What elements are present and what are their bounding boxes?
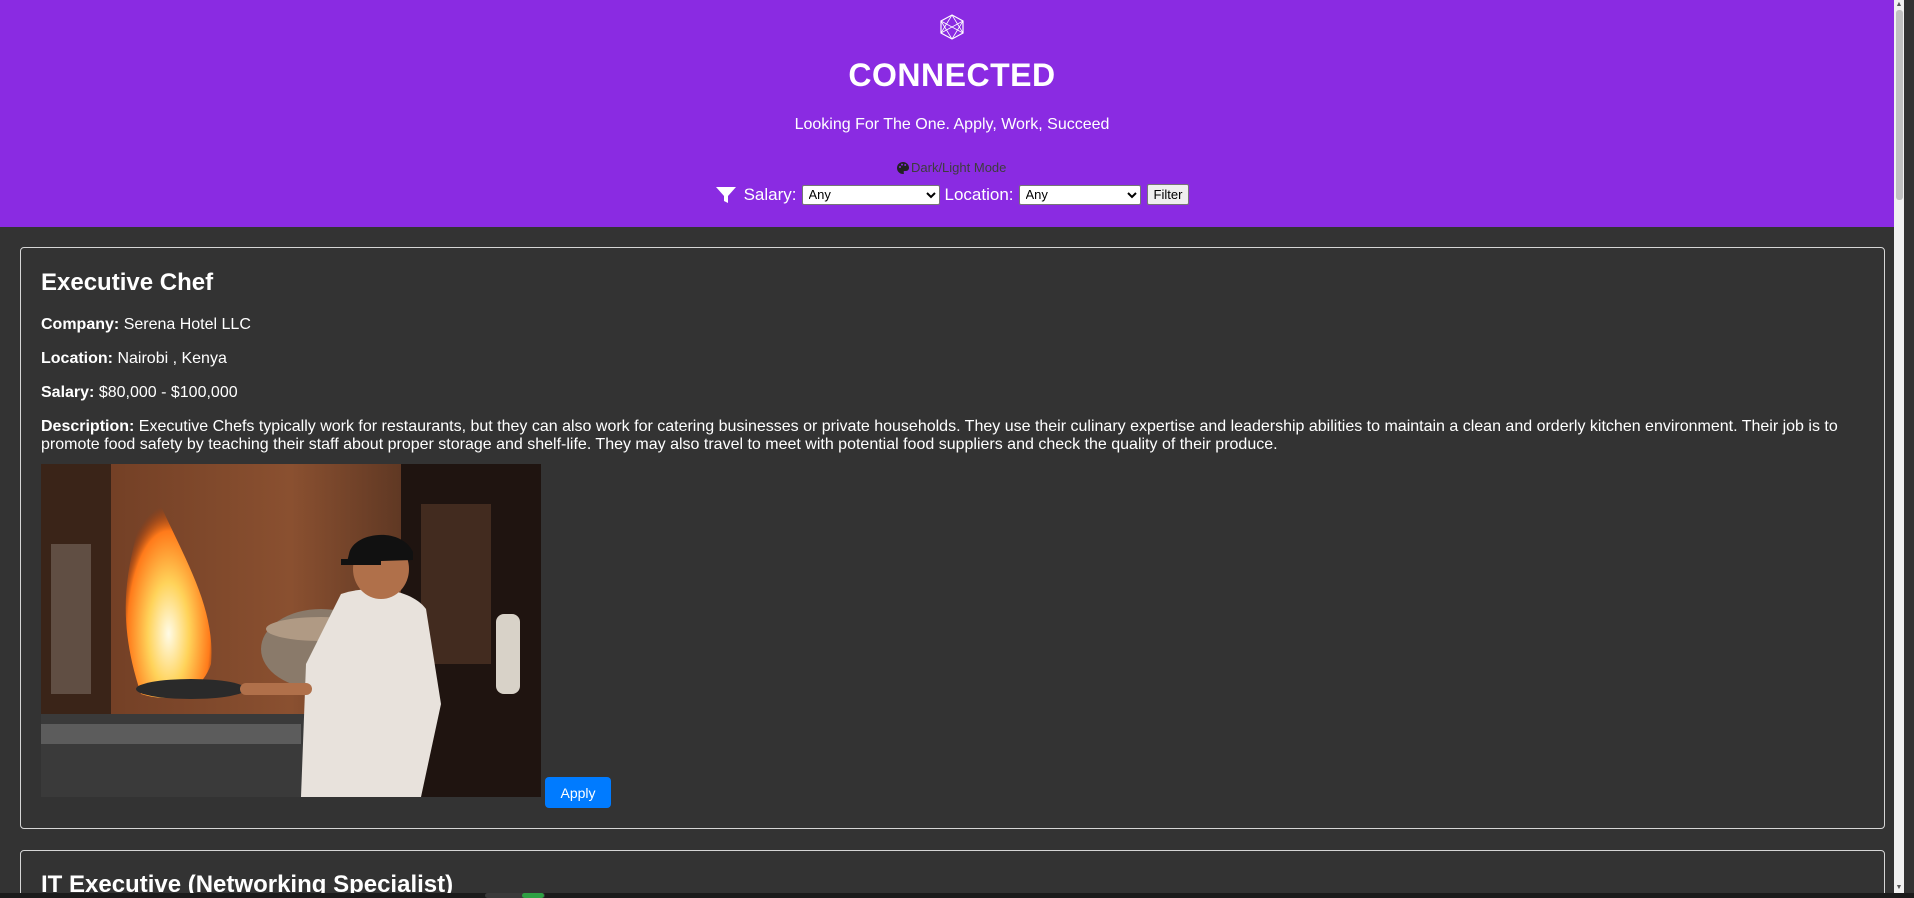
location-label: Location:: [944, 184, 1014, 204]
salary-field-label: Salary:: [41, 384, 95, 401]
theme-toggle-button[interactable]: Dark/Light Mode: [896, 160, 1006, 175]
page: CONNECTED Looking For The One. Apply, Wo…: [0, 0, 1904, 893]
job-card: Executive Chef Company: Serena Hotel LLC…: [20, 247, 1885, 829]
job-salary: Salary: $80,000 - $100,000: [41, 384, 238, 402]
apply-button[interactable]: Apply: [545, 777, 611, 808]
vertical-scrollbar[interactable]: ▲ ▼: [1894, 0, 1904, 893]
taskbar-indicator-icon: [522, 893, 544, 898]
description-value: Executive Chefs typically work for resta…: [41, 418, 1838, 453]
filter-bar: Salary: Any Location: Any Filter: [0, 184, 1904, 205]
filter-button[interactable]: Filter: [1146, 184, 1190, 205]
location-field-label: Location:: [41, 350, 113, 367]
scrollbar-thumb[interactable]: [1896, 10, 1903, 200]
filter-icon: [715, 186, 736, 203]
theme-toggle-label: Dark/Light Mode: [911, 160, 1007, 175]
chef-photo: [41, 464, 541, 797]
location-select[interactable]: Any: [1018, 184, 1141, 205]
tagline: Looking For The One. Apply, Work, Succee…: [794, 116, 1110, 133]
job-company: Company: Serena Hotel LLC: [41, 316, 251, 334]
site-title: CONNECTED: [848, 57, 1056, 93]
job-description: Description: Executive Chefs typically w…: [41, 418, 1844, 454]
job-title: IT Executive (Networking Specialist): [41, 871, 454, 893]
salary-label: Salary:: [743, 184, 797, 204]
taskbar: [0, 893, 1914, 898]
salary-select[interactable]: Any: [801, 184, 940, 205]
scroll-up-arrow-icon[interactable]: ▲: [1895, 1, 1903, 9]
description-label: Description:: [41, 418, 135, 435]
scroll-down-arrow-icon[interactable]: ▼: [1895, 884, 1903, 892]
salary-value: $80,000 - $100,000: [98, 384, 238, 401]
location-value: Nairobi , Kenya: [117, 350, 227, 367]
site-header: CONNECTED Looking For The One. Apply, Wo…: [0, 0, 1904, 227]
job-card: IT Executive (Networking Specialist): [20, 850, 1885, 893]
hexagon-logo-icon: [940, 14, 964, 40]
company-label: Company:: [41, 316, 120, 333]
job-location: Location: Nairobi , Kenya: [41, 350, 227, 368]
company-value: Serena Hotel LLC: [123, 316, 251, 333]
palette-icon: [897, 161, 909, 174]
job-title: Executive Chef: [41, 269, 214, 296]
